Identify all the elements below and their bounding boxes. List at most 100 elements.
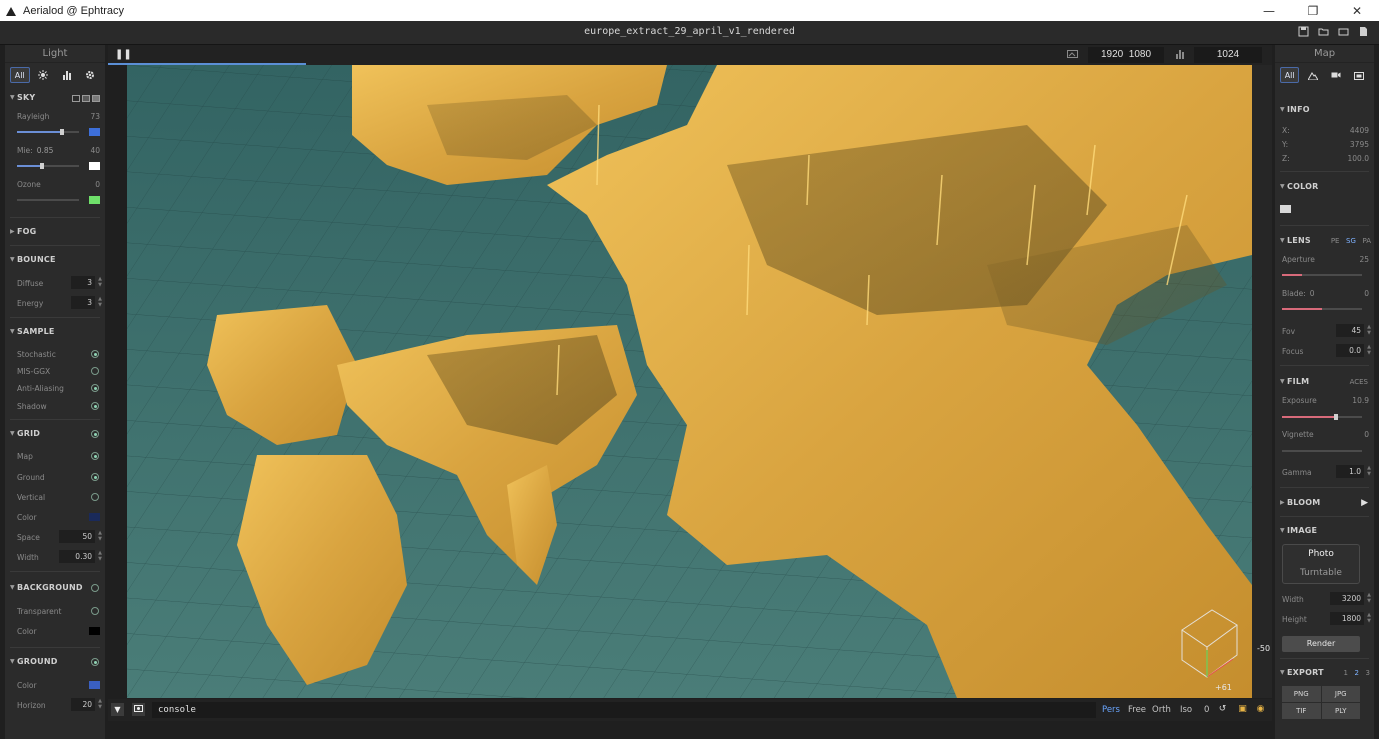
image-height-spinner[interactable]: ▲ ▼ xyxy=(1366,612,1372,625)
close-button[interactable]: ✕ xyxy=(1335,0,1379,21)
lens-mode-pe[interactable]: PE xyxy=(1331,237,1340,245)
image-width-input[interactable]: 3200 xyxy=(1330,592,1364,605)
sun-icon[interactable] xyxy=(34,67,53,83)
gamma-input[interactable]: 1.0 xyxy=(1336,465,1364,478)
console-toggle-icon[interactable]: ▼ xyxy=(111,703,124,716)
color-header[interactable]: ▼ COLOR xyxy=(1275,180,1374,194)
film-header[interactable]: ▼ FILM ACES xyxy=(1275,375,1374,389)
grid-vertical-toggle[interactable] xyxy=(91,493,99,501)
image-width-spinner[interactable]: ▲ ▼ xyxy=(1366,592,1372,605)
render-button[interactable]: Render xyxy=(1282,636,1360,652)
image-icon[interactable] xyxy=(1350,67,1369,83)
ground-toggle[interactable] xyxy=(91,658,99,666)
cam-mode-pers[interactable]: Pers xyxy=(1102,705,1120,715)
resolution-display[interactable]: 1920 1080 xyxy=(1088,47,1164,63)
viewport-scroll-track[interactable] xyxy=(1252,65,1272,698)
diffuse-spinner[interactable]: ▲ ▼ xyxy=(97,276,103,289)
info-header[interactable]: ▼ INFO xyxy=(1275,103,1374,117)
console-input[interactable] xyxy=(152,702,1096,718)
diffuse-input[interactable]: 3 xyxy=(71,276,95,289)
bloom-header[interactable]: ▶ BLOOM ▶ xyxy=(1275,496,1374,510)
lens-header[interactable]: ▼ LENS PE SG PA xyxy=(1275,234,1374,248)
export-ply-button[interactable]: PLY xyxy=(1321,703,1360,719)
restore-button[interactable]: ❐ xyxy=(1291,0,1335,21)
sky-mode-empty-icon[interactable] xyxy=(72,94,80,102)
export-tif-button[interactable]: TIF xyxy=(1282,703,1321,719)
transparent-toggle[interactable] xyxy=(91,607,99,615)
sky-mode-grid-icon[interactable] xyxy=(82,94,90,102)
bars-icon[interactable] xyxy=(57,67,76,83)
export-page-2[interactable]: 2 xyxy=(1355,669,1359,677)
ground-color-swatch[interactable] xyxy=(89,681,100,689)
camera-snapshot-icon[interactable] xyxy=(132,703,145,716)
lens-mode-pa[interactable]: PA xyxy=(1362,237,1371,245)
cam-mode-orth[interactable]: Orth xyxy=(1152,705,1171,715)
grid-header[interactable]: ▼ GRID xyxy=(5,427,105,441)
file-icon[interactable] xyxy=(1357,26,1369,38)
grid-toggle[interactable] xyxy=(91,430,99,438)
resolution-icon[interactable] xyxy=(1066,49,1078,61)
cam-mode-free[interactable]: Free xyxy=(1128,705,1146,715)
mie-g-value[interactable]: 0.85 xyxy=(37,146,54,155)
terrain-icon[interactable] xyxy=(1303,67,1322,83)
samples-display[interactable]: 1024 xyxy=(1194,47,1262,63)
grid-space-spinner[interactable]: ▲ ▼ xyxy=(97,530,103,543)
gamma-spinner[interactable]: ▲ ▼ xyxy=(1366,465,1372,478)
background-header[interactable]: ▼ BACKGROUND xyxy=(5,581,105,595)
fov-spinner[interactable]: ▲ ▼ xyxy=(1366,324,1372,337)
sky-mode-image-icon[interactable] xyxy=(92,94,100,102)
image-header[interactable]: ▼ IMAGE xyxy=(1275,524,1374,538)
horizon-spinner[interactable]: ▲ ▼ xyxy=(97,698,103,711)
save-icon[interactable] xyxy=(1297,26,1309,38)
grid-color-swatch[interactable] xyxy=(89,513,100,521)
grid-space-input[interactable]: 50 xyxy=(59,530,95,543)
export-png-button[interactable]: PNG xyxy=(1282,686,1321,702)
rayleigh-color-swatch[interactable] xyxy=(89,128,100,136)
frame-icon[interactable]: ▣ xyxy=(1237,704,1248,715)
focus-input[interactable]: 0.0 xyxy=(1336,344,1364,357)
camera-icon[interactable] xyxy=(1327,67,1346,83)
film-mode[interactable]: ACES xyxy=(1350,375,1368,389)
map-color-swatch[interactable] xyxy=(1280,205,1291,213)
mis-ggx-toggle[interactable] xyxy=(91,367,99,375)
energy-input[interactable]: 3 xyxy=(71,296,95,309)
export-header[interactable]: ▼ EXPORT 1 2 3 xyxy=(1275,666,1374,680)
ozone-slider[interactable] xyxy=(17,199,79,201)
grid-width-input[interactable]: 0.30 xyxy=(59,550,95,563)
tab-all[interactable]: All xyxy=(1280,67,1300,83)
folder-icon[interactable] xyxy=(1337,26,1349,38)
exposure-slider[interactable] xyxy=(1282,414,1362,420)
minimize-button[interactable]: — xyxy=(1247,0,1291,21)
mie-slider[interactable] xyxy=(17,163,79,169)
lens-mode-sg[interactable]: SG xyxy=(1346,237,1356,245)
horizon-input[interactable]: 20 xyxy=(71,698,95,711)
sample-header[interactable]: ▼ SAMPLE xyxy=(5,325,105,339)
image-mode-turntable[interactable]: Turntable xyxy=(1283,564,1359,583)
open-folder-icon[interactable] xyxy=(1317,26,1329,38)
bloom-play-icon[interactable]: ▶ xyxy=(1361,496,1368,510)
aperture-slider[interactable] xyxy=(1282,274,1362,276)
image-height-input[interactable]: 1800 xyxy=(1330,612,1364,625)
fov-input[interactable]: 45 xyxy=(1336,324,1364,337)
bounce-header[interactable]: ▼ BOUNCE xyxy=(5,253,105,267)
shadow-toggle[interactable] xyxy=(91,402,99,410)
render-viewport[interactable] xyxy=(127,65,1252,698)
grid-ground-toggle[interactable] xyxy=(91,473,99,481)
gear-icon[interactable] xyxy=(81,67,100,83)
vignette-slider[interactable] xyxy=(1282,450,1362,452)
focus-spinner[interactable]: ▲ ▼ xyxy=(1366,344,1372,357)
energy-spinner[interactable]: ▲ ▼ xyxy=(97,296,103,309)
sky-header[interactable]: ▼ SKY xyxy=(5,91,105,105)
target-icon[interactable]: ◉ xyxy=(1255,704,1266,715)
rayleigh-slider[interactable] xyxy=(17,129,79,135)
ground-header[interactable]: ▼ GROUND xyxy=(5,655,105,669)
export-page-1[interactable]: 1 xyxy=(1344,669,1348,677)
pause-icon[interactable]: ❚❚ xyxy=(115,49,132,60)
ozone-color-swatch[interactable] xyxy=(89,196,100,204)
samples-icon[interactable] xyxy=(1174,49,1186,61)
fog-header[interactable]: ▶ FOG xyxy=(5,225,105,239)
reset-view-icon[interactable]: ↺ xyxy=(1217,704,1228,715)
export-jpg-button[interactable]: JPG xyxy=(1321,686,1360,702)
background-color-swatch[interactable] xyxy=(89,627,100,635)
blade-count[interactable]: 0 xyxy=(1310,289,1315,298)
